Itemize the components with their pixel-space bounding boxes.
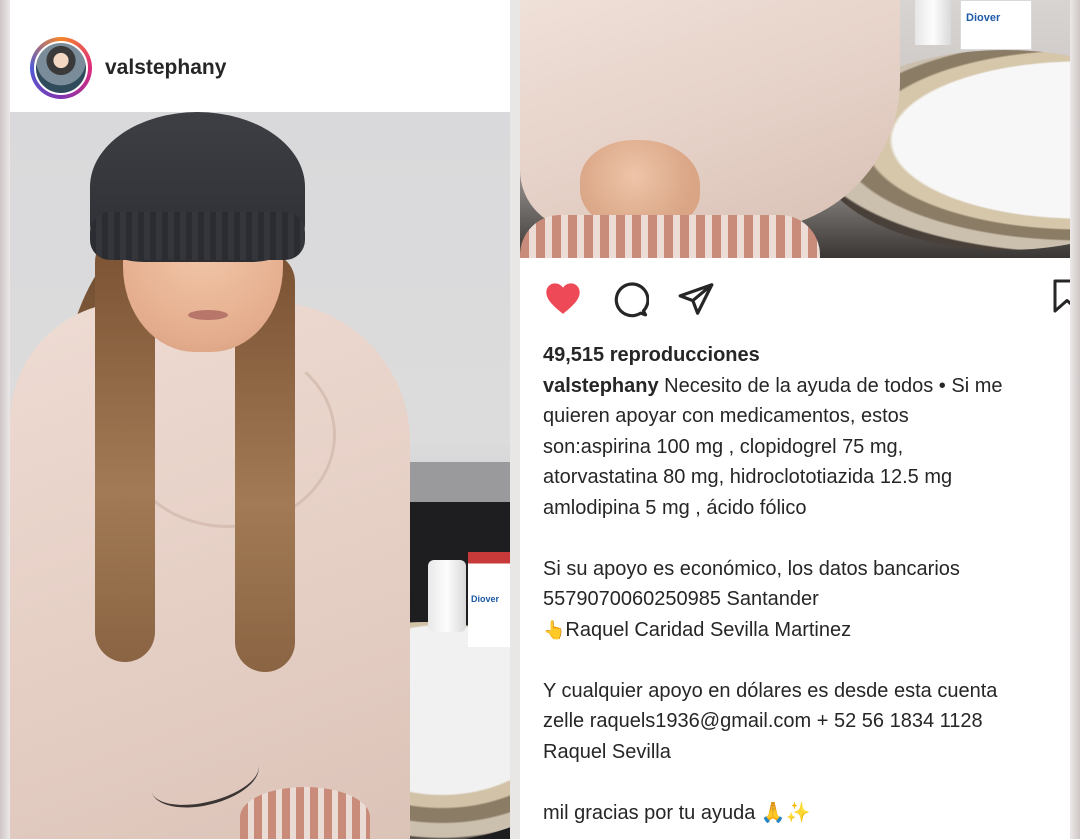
beanie-rib <box>90 212 305 260</box>
caption-text: Necesito de la ayuda de todos • Si me <box>664 374 1003 397</box>
caption-line: Y cualquier apoyo en dólares es desde es… <box>543 679 998 702</box>
right-blur-edge <box>1070 0 1080 839</box>
avatar-image <box>34 41 88 95</box>
video-frame-left[interactable]: Diover <box>10 112 510 839</box>
striped-pants <box>520 215 820 258</box>
avatar[interactable] <box>30 37 92 99</box>
medicine-bottle <box>915 0 951 45</box>
medicine-bottle <box>428 560 466 632</box>
left-blur-edge <box>0 0 10 839</box>
left-instagram-post: valstephany Diover <box>10 0 510 839</box>
caption-line: quieren apoyar con medicamentos, estos <box>543 405 909 427</box>
caption-line: Si su apoyo es económico, los datos banc… <box>543 557 960 580</box>
caption-line: 5579070060250985 Santander <box>543 588 819 610</box>
caption-text: mil gracias por tu ayuda <box>543 801 756 824</box>
caption-text: Raquel Caridad Sevilla Martinez <box>565 618 852 641</box>
share-icon[interactable] <box>676 280 716 318</box>
caption-gap <box>543 767 1068 798</box>
caption-line: son:aspirina 100 mg , clopidogrel 75 mg, <box>543 435 904 458</box>
caption-line: amlodipina 5 mg , ácido fólico <box>543 496 807 519</box>
pray-emoji: 🙏 <box>760 801 786 824</box>
mouth <box>188 310 228 320</box>
caption-gap <box>543 523 1068 554</box>
caption-line: mil gracias por tu ayuda 🙏✨ <box>543 798 1068 829</box>
video-frame-right[interactable]: Diover <box>520 0 1070 258</box>
caption-line: atorvastatina 80 mg, hidroclototiazida 1… <box>543 466 953 488</box>
heart-icon[interactable] <box>543 278 583 318</box>
sparkle-emoji: ✨ <box>785 801 811 824</box>
bookmark-icon[interactable] <box>1052 278 1070 314</box>
caption-username[interactable]: valstephany <box>543 375 659 397</box>
caption-line: 👆Raquel Caridad Sevilla Martinez <box>543 615 1068 646</box>
post-actions <box>520 258 1070 338</box>
caption-gap <box>543 645 1068 676</box>
hoodie-sleeve <box>520 0 900 230</box>
caption-line: Raquel Sevilla <box>543 740 671 763</box>
striped-pants <box>240 787 370 839</box>
caption-line: valstephany Necesito de la ayuda de todo… <box>543 371 1068 402</box>
right-instagram-post: Diover 49,515 reproducciones valstephany… <box>520 0 1070 839</box>
view-count[interactable]: 49,515 reproducciones <box>543 340 1068 371</box>
medicine-box-label: Diover <box>966 12 1001 24</box>
medicine-box <box>960 0 1032 50</box>
pointing-up-emoji: 👆 <box>543 619 566 640</box>
post-caption: 49,515 reproducciones valstephany Necesi… <box>543 340 1068 828</box>
caption-line: zelle raquels1936@gmail.com + 52 56 1834… <box>543 710 983 732</box>
username[interactable]: valstephany <box>105 56 226 80</box>
comment-icon[interactable] <box>611 280 649 318</box>
medicine-box-label: Diover <box>471 594 500 604</box>
post-header: valstephany <box>10 0 510 112</box>
